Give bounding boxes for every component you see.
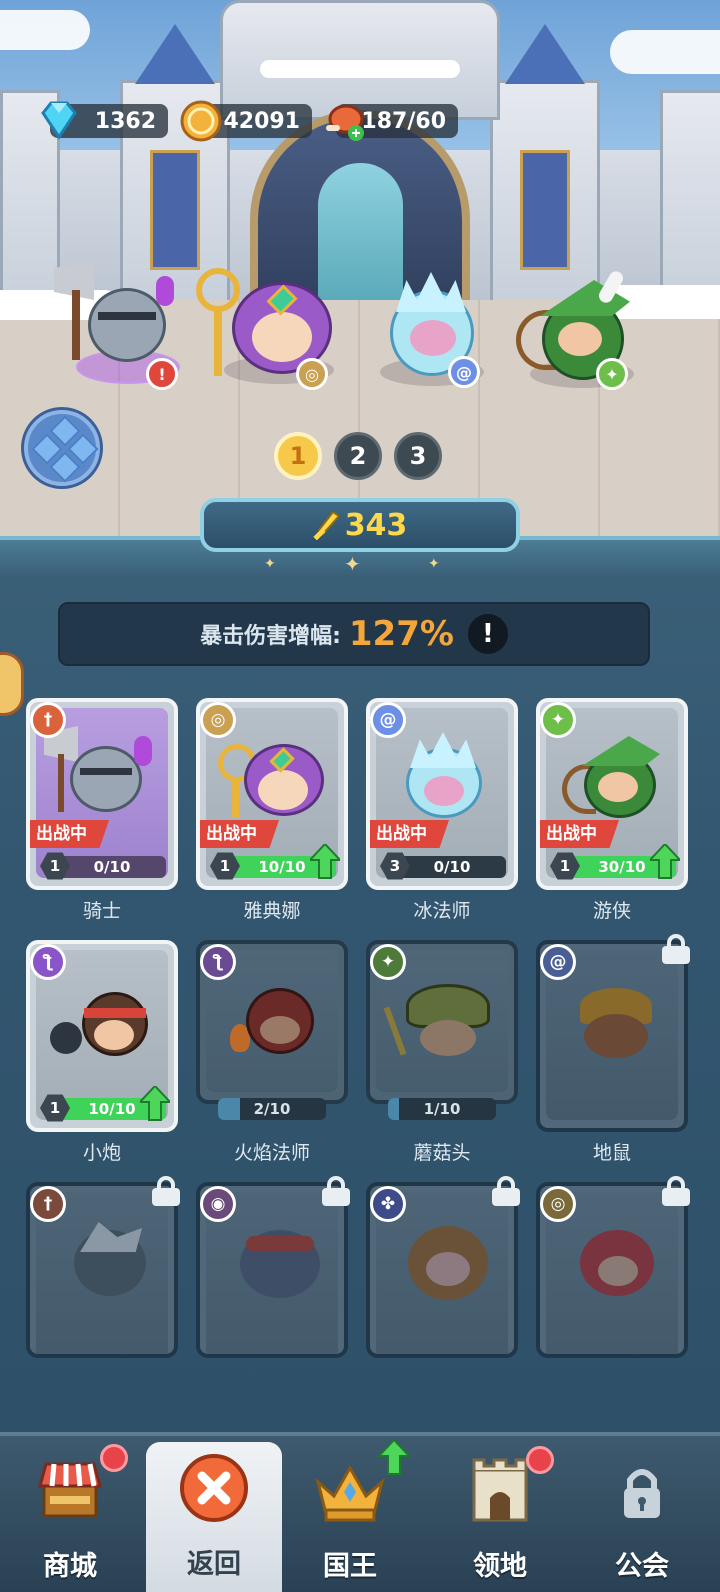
star-class-icon: ✦ xyxy=(540,702,576,738)
eye-class-icon: ◉ xyxy=(200,1186,236,1222)
hero-name: 骑士 xyxy=(82,900,121,922)
deployed-tag: 出战中 xyxy=(370,820,449,848)
hero-card-mushroom[interactable]: ✦ xyxy=(366,940,518,1104)
notification-dot xyxy=(526,1446,554,1474)
hero-card-athena[interactable]: ◎ 出战中 10/10 1 xyxy=(196,698,348,890)
shield-class-icon: ◎ xyxy=(296,358,328,390)
crit-damage-bonus: 暴击伤害增幅: 127% ! xyxy=(58,602,650,666)
paw-class-icon: ✤ xyxy=(370,1186,406,1222)
hero-name: 游侠 xyxy=(592,900,631,922)
scene-hero-athena[interactable]: ◎ xyxy=(196,268,346,392)
upgrade-arrow-icon xyxy=(140,1086,170,1121)
stamina-counter[interactable]: 187/60 xyxy=(326,104,458,141)
hero-fragment-progress: 2/10 xyxy=(218,1098,326,1120)
nav-guild[interactable]: 公会 xyxy=(574,1450,710,1592)
star-class-icon: ✦ xyxy=(370,944,406,980)
notification-dot xyxy=(100,1444,128,1472)
sword-class-icon: † xyxy=(30,702,66,738)
star-class-icon: ✦ xyxy=(596,358,628,390)
hero-name: 小炮 xyxy=(82,1142,121,1164)
hero-card-cannon[interactable]: ƪ 10/10 1 xyxy=(26,940,178,1132)
hero-level-progress: 10/10 1 xyxy=(40,1086,170,1122)
hero-card-locked-3[interactable]: ✤ xyxy=(366,1182,518,1358)
nav-king[interactable]: 国王 xyxy=(282,1440,418,1592)
hero-card-locked-1[interactable]: † xyxy=(26,1182,178,1358)
hero-card-ice-mage[interactable]: @ 出战中 0/10 3 xyxy=(366,698,518,890)
wand-class-icon: ƪ xyxy=(30,944,66,980)
gold-coin-icon xyxy=(178,98,224,144)
scene-hero-ice-mage[interactable]: @ xyxy=(374,268,494,392)
lock-icon xyxy=(624,1469,660,1518)
hero-card-knight[interactable]: † 出战中 0/10 1 xyxy=(26,698,178,890)
castle-tower-icon xyxy=(472,1458,528,1522)
deployed-tag: 出战中 xyxy=(200,820,279,848)
sword-power-icon xyxy=(313,510,341,541)
warrior-class-icon: ! xyxy=(146,358,178,390)
team-page-3[interactable]: 3 xyxy=(394,432,442,480)
hero-level-progress: 10/10 1 xyxy=(210,844,340,880)
nav-territory[interactable]: 领地 xyxy=(432,1446,568,1592)
swirl-class-icon: @ xyxy=(370,702,406,738)
side-reward-icon[interactable] xyxy=(0,652,24,716)
nav-shop[interactable]: 商城 xyxy=(2,1444,138,1592)
shield-class-icon: ◎ xyxy=(200,702,236,738)
sword-class-icon: † xyxy=(30,1186,66,1222)
meat-plus-icon[interactable] xyxy=(322,98,368,144)
close-x-icon xyxy=(180,1454,248,1522)
hero-name: 火焰法师 xyxy=(233,1142,310,1164)
hero-card-fire-mage[interactable]: ƪ xyxy=(196,940,348,1104)
diamond-icon xyxy=(36,98,82,144)
swirl-class-icon: @ xyxy=(540,944,576,980)
shop-stall-icon xyxy=(38,1462,102,1518)
deployed-tag: 出战中 xyxy=(30,820,109,848)
lock-icon xyxy=(152,1176,180,1206)
gem-counter: 1362 xyxy=(41,101,168,140)
lock-icon xyxy=(662,934,690,964)
lock-icon xyxy=(322,1176,350,1206)
gold-counter: 42091 xyxy=(180,100,312,142)
hero-name: 雅典娜 xyxy=(243,900,301,922)
hero-card-locked-4[interactable]: ◎ xyxy=(536,1182,688,1358)
upgrade-arrow-icon xyxy=(310,844,340,879)
hero-fragment-progress: 1/10 xyxy=(388,1098,496,1120)
formation-gem-button[interactable] xyxy=(24,410,100,486)
hero-card-ranger[interactable]: ✦ 出战中 30/10 1 xyxy=(536,698,688,890)
crown-icon xyxy=(315,1464,385,1522)
hero-card-locked-2[interactable]: ◉ xyxy=(196,1182,348,1358)
lock-icon xyxy=(492,1176,520,1206)
hero-level-progress: 0/10 1 xyxy=(40,852,166,880)
upgrade-arrow-icon xyxy=(378,1440,410,1475)
shield-class-icon: ◎ xyxy=(540,1186,576,1222)
wand-class-icon: ƪ xyxy=(200,944,236,980)
hero-card-mole[interactable]: @ xyxy=(536,940,688,1132)
nav-back[interactable]: 返回 xyxy=(146,1442,282,1592)
scene-hero-ranger[interactable]: ✦ xyxy=(514,268,640,394)
team-page-1[interactable]: 1 xyxy=(274,432,322,480)
lock-icon xyxy=(662,1176,690,1206)
deployed-tag: 出战中 xyxy=(540,820,619,848)
hero-level-progress: 0/10 3 xyxy=(380,852,506,880)
swirl-class-icon: @ xyxy=(448,356,480,388)
crit-info-button[interactable]: ! xyxy=(467,614,508,654)
hero-name: 蘑菇头 xyxy=(413,1142,471,1164)
hero-level-progress: 30/10 1 xyxy=(550,844,680,880)
hero-name: 地鼠 xyxy=(592,1142,631,1164)
team-power: 343 xyxy=(200,498,520,552)
scene-hero-knight[interactable]: ! xyxy=(50,250,180,390)
team-page-2[interactable]: 2 xyxy=(334,432,382,480)
hero-name: 冰法师 xyxy=(413,900,471,922)
upgrade-arrow-icon xyxy=(650,844,680,879)
